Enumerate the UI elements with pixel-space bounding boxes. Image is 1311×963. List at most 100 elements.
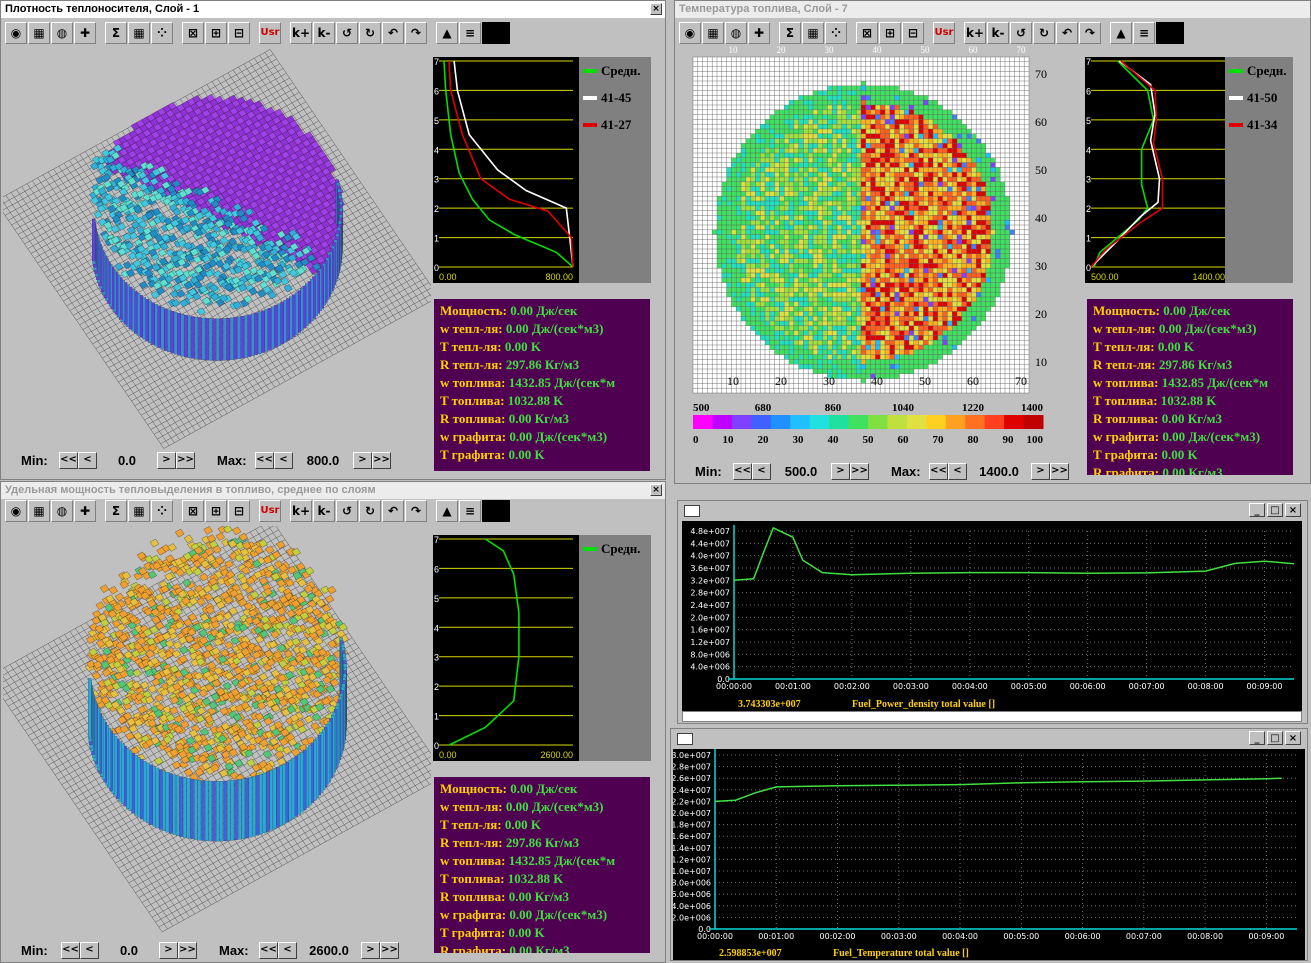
undo-icon[interactable]: ↶ — [382, 22, 404, 44]
max-decrease-button[interactable]: < — [274, 452, 293, 469]
up-icon[interactable]: ▲ — [436, 500, 458, 522]
plus-icon[interactable]: ✚ — [74, 500, 96, 522]
surface-3d-view[interactable] — [3, 526, 431, 938]
info-value: 1432.85 Дж/(сек*м — [1161, 375, 1269, 390]
dots-icon[interactable]: ⁘ — [151, 500, 173, 522]
contour-icon[interactable]: ◍ — [51, 500, 73, 522]
user-button[interactable]: Usr — [259, 500, 281, 522]
close-button[interactable]: × — [1285, 731, 1301, 745]
color-box[interactable] — [1156, 22, 1184, 44]
close-button[interactable]: × — [1285, 503, 1301, 517]
trend-y-tick: 2.0e+007 — [690, 613, 730, 622]
add-icon[interactable]: ⊞ — [205, 500, 227, 522]
max-increase-button[interactable]: > — [1031, 463, 1050, 480]
trend-tag-label: Fuel_Temperature total value [] — [833, 948, 969, 959]
max-fast-decrease-button[interactable]: << — [255, 452, 274, 469]
surface-3d-view[interactable] — [3, 49, 431, 454]
select-icon[interactable]: ⊠ — [182, 22, 204, 44]
info-row: T тепл-ля: 0.00 K — [440, 339, 644, 357]
max-decrease-button[interactable]: < — [948, 463, 967, 480]
x-min-label: 0.00 — [439, 272, 457, 282]
trend-window-temperature[interactable]: _ □ × 0.0 2.0e+006 4.0e+006 6.0e+006 8.0e+00… — [670, 728, 1308, 961]
grid-icon[interactable]: ▦ — [28, 22, 50, 44]
table-icon[interactable]: ▦ — [128, 500, 150, 522]
trend-chart-temperature[interactable]: 0.02.0e+0064.0e+0066.0e+0068.0e+0061.0e+… — [673, 749, 1305, 960]
min-fast-decrease-button[interactable]: << — [59, 452, 78, 469]
plus-icon[interactable]: ✚ — [74, 22, 96, 44]
max-decrease-button[interactable]: < — [278, 942, 297, 959]
dots-icon[interactable]: ⁘ — [151, 22, 173, 44]
info-value: 1432.85 Дж/(сек*м — [508, 853, 616, 868]
fuel-temperature-grid-map[interactable]: 10 20 30 40 50 60 70 70 60 50 40 30 20 10 10 20 30 40 50 60… — [675, 41, 1087, 461]
add-icon[interactable]: ⊞ — [205, 22, 227, 44]
max-increase-button[interactable]: > — [353, 452, 372, 469]
close-button[interactable]: × — [650, 3, 662, 15]
max-fast-decrease-button[interactable]: << — [929, 463, 948, 480]
min-increase-button[interactable]: > — [159, 942, 178, 959]
layer-icon[interactable]: ◉ — [5, 22, 27, 44]
redo-icon[interactable]: ↷ — [405, 500, 427, 522]
k-minus-button[interactable]: k- — [313, 500, 335, 522]
menu-icon[interactable]: ≡ — [1133, 22, 1155, 44]
min-fast-increase-button[interactable]: >> — [850, 463, 869, 480]
up-icon[interactable]: ▲ — [436, 22, 458, 44]
rotate-right-icon[interactable]: ↻ — [359, 22, 381, 44]
window-title: Удельная мощность тепловыделения в топли… — [1, 482, 665, 499]
sum-icon[interactable]: Σ — [105, 500, 127, 522]
k-plus-button[interactable]: k+ — [290, 22, 312, 44]
max-increase-button[interactable]: > — [361, 942, 380, 959]
close-button[interactable]: × — [650, 484, 662, 496]
min-fast-decrease-button[interactable]: << — [61, 942, 80, 959]
layer-icon[interactable]: ◉ — [5, 500, 27, 522]
user-button[interactable]: Usr — [259, 22, 281, 44]
max-fast-increase-button[interactable]: >> — [380, 942, 399, 959]
color-box[interactable] — [482, 500, 510, 522]
rotate-left-icon[interactable]: ↺ — [336, 500, 358, 522]
redo-icon[interactable]: ↷ — [405, 22, 427, 44]
min-decrease-button[interactable]: < — [80, 942, 99, 959]
min-fast-decrease-button[interactable]: << — [733, 463, 752, 480]
remove-icon[interactable]: ⊟ — [228, 22, 250, 44]
min-increase-button[interactable]: > — [831, 463, 850, 480]
min-increase-button[interactable]: > — [157, 452, 176, 469]
info-row: R топлива: 0.00 Кг/м3 — [440, 411, 644, 429]
window-fuel-power[interactable]: Удельная мощность тепловыделения в топли… — [0, 481, 666, 963]
maximize-button[interactable]: □ — [1267, 731, 1283, 745]
up-icon[interactable]: ▲ — [1110, 22, 1132, 44]
rotate-right-icon[interactable]: ↻ — [359, 500, 381, 522]
legend-entry: 41-27 — [579, 111, 651, 138]
contour-icon[interactable]: ◍ — [51, 22, 73, 44]
maximize-button[interactable]: □ — [1267, 503, 1283, 517]
min-fast-increase-button[interactable]: >> — [176, 452, 195, 469]
select-icon[interactable]: ⊠ — [182, 500, 204, 522]
trend-window-power[interactable]: _ □ × 0.0 4.0e+006 8.0e+006 1.2e+007 1.6e+00… — [677, 500, 1308, 724]
minimize-button[interactable]: _ — [1249, 731, 1265, 745]
max-fast-decrease-button[interactable]: << — [259, 942, 278, 959]
remove-icon[interactable]: ⊟ — [228, 500, 250, 522]
window-coolant-density[interactable]: Плотность теплоносителя, Слой - 1 × ◉ ▦ ◍ ✚… — [0, 0, 666, 480]
min-decrease-button[interactable]: < — [78, 452, 97, 469]
undo-icon[interactable]: ↶ — [382, 500, 404, 522]
rotate-left-icon[interactable]: ↺ — [336, 22, 358, 44]
sum-icon[interactable]: Σ — [105, 22, 127, 44]
menu-icon[interactable]: ≡ — [459, 500, 481, 522]
color-box[interactable] — [482, 22, 510, 44]
info-key: w топлива: — [440, 375, 509, 390]
k-minus-button[interactable]: k- — [313, 22, 335, 44]
trend-scrollbar[interactable] — [682, 711, 1302, 722]
info-row: R графита: 0.00 Кг/м3 — [1093, 465, 1287, 475]
max-fast-increase-button[interactable]: >> — [1050, 463, 1069, 480]
trend-chart-power[interactable]: 0.04.0e+0068.0e+0061.2e+0071.6e+0072.0e+… — [682, 521, 1302, 711]
minimize-button[interactable]: _ — [1249, 503, 1265, 517]
grid-icon[interactable]: ▦ — [28, 500, 50, 522]
info-row: T топлива: 1032.88 K — [440, 393, 644, 411]
surface-mesh — [89, 94, 345, 316]
min-fast-increase-button[interactable]: >> — [178, 942, 197, 959]
menu-icon[interactable]: ≡ — [459, 22, 481, 44]
table-icon[interactable]: ▦ — [128, 22, 150, 44]
info-key: w графита: — [1093, 429, 1163, 444]
window-fuel-temperature[interactable]: Температура топлива, Слой - 7 ◉ ▦ ◍ ✚ Σ ▦ ⁘ ⊠ ⊞ ⊟… — [674, 0, 1311, 484]
min-decrease-button[interactable]: < — [752, 463, 771, 480]
k-plus-button[interactable]: k+ — [290, 500, 312, 522]
max-fast-increase-button[interactable]: >> — [372, 452, 391, 469]
